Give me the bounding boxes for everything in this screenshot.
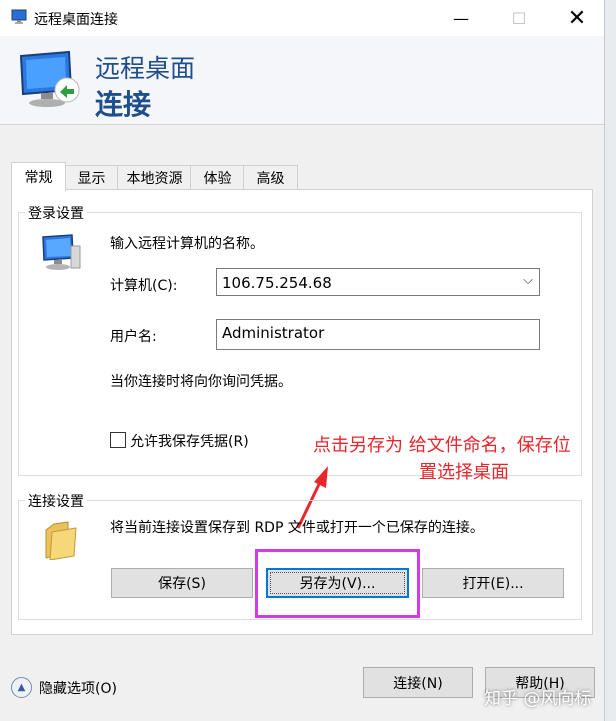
computer-combobox[interactable]: 106.75.254.68 ⌵	[216, 268, 540, 296]
save-button[interactable]: 保存(S)	[111, 568, 253, 598]
close-button[interactable]: ✕	[554, 0, 600, 36]
header-title-line1: 远程桌面	[95, 54, 196, 83]
connection-instruction: 将当前连接设置保存到 RDP 文件或打开一个已保存的连接。	[110, 520, 484, 536]
computer-label: 计算机(C):	[110, 278, 178, 294]
tab-experience[interactable]: 体验	[190, 165, 245, 190]
save-credentials-checkbox[interactable]	[110, 432, 126, 448]
minimize-button[interactable]: —	[438, 0, 484, 36]
remote-desktop-logo-icon	[19, 50, 80, 107]
tab-local-resources[interactable]: 本地资源	[117, 165, 192, 190]
annotation-text-line1: 点击另存为 给文件命名，保存位	[313, 435, 571, 456]
tab-advanced[interactable]: 高级	[243, 165, 298, 190]
header-banner	[0, 36, 604, 125]
login-settings-legend: 登录设置	[25, 203, 87, 223]
computer-value: 106.75.254.68	[222, 274, 332, 292]
hide-options-link[interactable]: 隐藏选项(O)	[39, 678, 117, 698]
remote-desktop-app-icon	[11, 9, 27, 24]
background-window-strip	[604, 0, 616, 721]
credential-note: 当你连接时将向你询问凭据。	[110, 374, 292, 390]
chevron-up-icon[interactable]: ▲	[11, 677, 32, 698]
username-label: 用户名:	[110, 329, 157, 345]
username-input[interactable]: Administrator	[216, 319, 540, 350]
save-as-button[interactable]: 另存为(V)...	[266, 568, 409, 598]
window-title: 远程桌面连接	[34, 12, 118, 28]
tab-general[interactable]: 常规	[11, 162, 66, 191]
tab-display[interactable]: 显示	[64, 165, 119, 190]
connect-button[interactable]: 连接(N)	[363, 667, 473, 698]
open-button[interactable]: 打开(E)...	[422, 568, 564, 598]
chevron-down-icon[interactable]: ⌵	[523, 273, 533, 288]
save-credentials-label[interactable]: 允许我保存凭据(R)	[130, 431, 249, 451]
login-instruction: 输入远程计算机的名称。	[110, 236, 264, 252]
folder-icon	[45, 521, 77, 560]
annotation-text-line2: 置选择桌面	[419, 462, 509, 483]
connection-settings-legend: 连接设置	[25, 491, 87, 511]
header-title-line2: 连接	[95, 88, 152, 121]
maximize-button[interactable]: ☐	[496, 0, 542, 36]
watermark: 知乎 @风向标	[484, 689, 592, 709]
computer-icon	[42, 234, 81, 270]
